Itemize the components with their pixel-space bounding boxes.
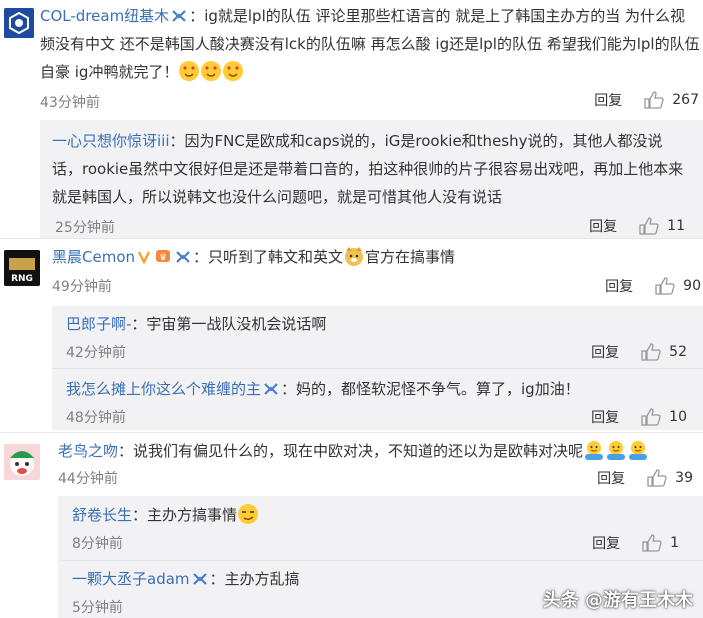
comment-text: ：主办方乱搞 <box>209 570 300 588</box>
verified-badge-icon <box>192 573 207 585</box>
username-link[interactable]: COL-dream纽基木 <box>40 7 169 25</box>
divider <box>58 560 703 561</box>
comment-time: 43分钟前 <box>40 95 100 111</box>
watermark: 头条 @游有王木木 <box>542 590 693 611</box>
comment-body: 我怎么摊上你这么个难缠的主 ：妈的，都怪软泥怪不争气。算了，ig加油！ <box>66 375 686 403</box>
comment-body: 黑晨Cemon ♛ ：只听到了韩文和英文 官方在搞事情 <box>52 243 692 271</box>
reply-button[interactable]: 回复 <box>591 407 619 427</box>
like-button[interactable]: 90 <box>655 277 701 295</box>
comment-text: ：妈的，都怪软泥怪不争气。算了，ig加油！ <box>281 380 580 398</box>
comment-text: ：只听到了韩文和英文 <box>193 248 344 266</box>
reply-button[interactable]: 回复 <box>591 342 619 362</box>
hug-emoji-icon <box>627 439 649 461</box>
thumbs-up-icon <box>641 343 661 361</box>
like-count: 52 <box>669 344 687 360</box>
like-count: 267 <box>672 92 699 108</box>
heart-eyes-emoji-icon <box>178 60 200 82</box>
comment-text: ：主办方搞事情 <box>132 506 238 524</box>
like-count: 1 <box>670 535 679 551</box>
comment-text-2: 官方在搞事情 <box>365 248 456 266</box>
cartoon-avatar-icon <box>4 444 40 480</box>
hug-emoji-icon <box>583 439 605 461</box>
comment-actions: 回复 1 <box>592 533 679 553</box>
thumbs-up-icon <box>644 91 664 109</box>
comment-text: ：说我们有偏见什么的，现在中欧对决，不知道的还以为是欧韩对决呢 <box>118 442 584 460</box>
like-count: 39 <box>675 470 693 486</box>
comment-time: 5分钟前 <box>72 600 123 616</box>
like-button[interactable]: 52 <box>641 343 687 361</box>
comment-actions: 回复 90 <box>605 276 701 296</box>
thumbs-up-icon <box>655 277 675 295</box>
v-verified-icon <box>137 251 151 264</box>
comment-time: 44分钟前 <box>58 471 118 487</box>
like-button[interactable]: 39 <box>647 469 693 487</box>
hug-emoji-icon <box>605 439 627 461</box>
doge-emoji-icon <box>343 245 365 267</box>
comment-actions: 回复 39 <box>597 468 693 488</box>
username-link[interactable]: 舒卷长生 <box>72 506 132 524</box>
verified-badge-icon <box>176 251 190 263</box>
like-count: 11 <box>667 218 685 234</box>
thumbs-up-icon <box>641 408 661 426</box>
rng-logo-text: RNG <box>11 274 33 284</box>
thumbs-up-icon <box>639 217 659 235</box>
comment-time: 49分钟前 <box>52 279 112 295</box>
username-link[interactable]: 黑晨Cemon <box>52 248 135 266</box>
comment-time: 42分钟前 <box>66 345 126 361</box>
divider <box>0 432 703 433</box>
reply-button[interactable]: 回复 <box>594 90 622 110</box>
username-link[interactable]: 我怎么摊上你这么个难缠的主 <box>66 380 261 398</box>
heart-eyes-emoji-icon <box>222 60 244 82</box>
avatar[interactable]: RNG <box>4 250 40 286</box>
comment-body: 巴郎子啊-：宇宙第一战队没机会说话啊 <box>66 310 686 338</box>
comment-actions: 回复 267 <box>594 90 699 110</box>
username-link[interactable]: 老鸟之吻 <box>58 442 118 460</box>
username-link[interactable]: 一心只想你惊讶iii <box>52 132 170 150</box>
comment-actions: 回复 11 <box>589 216 685 236</box>
comment-actions: 回复 10 <box>591 407 687 427</box>
avatar[interactable] <box>4 8 34 38</box>
avatar[interactable] <box>4 444 40 480</box>
comment-time: 25分钟前 <box>55 220 115 236</box>
reply-button[interactable]: 回复 <box>605 276 633 296</box>
like-button[interactable]: 1 <box>642 534 679 552</box>
like-button[interactable]: 10 <box>641 408 687 426</box>
reply-button[interactable]: 回复 <box>597 468 625 488</box>
like-button[interactable]: 11 <box>639 217 685 235</box>
username-link[interactable]: 巴郎子啊- <box>66 315 131 333</box>
like-count: 90 <box>683 278 701 294</box>
heart-eyes-emoji-icon <box>200 60 222 82</box>
verified-badge-icon <box>172 10 186 22</box>
comment-time: 8分钟前 <box>72 536 123 552</box>
like-button[interactable]: 267 <box>644 91 699 109</box>
rng-logo-icon: RNG <box>4 250 40 286</box>
thumbs-up-icon <box>647 469 667 487</box>
reply-button[interactable]: 回复 <box>589 216 617 236</box>
reply-button[interactable]: 回复 <box>592 533 620 553</box>
thumbs-up-icon <box>642 534 662 552</box>
comment-text: ：宇宙第一战队没机会说话啊 <box>131 315 327 333</box>
divider <box>52 368 703 369</box>
username-link[interactable]: 一颗大丞子adam <box>72 570 190 588</box>
svg-text:♛: ♛ <box>159 253 167 263</box>
comment-time: 48分钟前 <box>66 410 126 426</box>
col-logo-icon <box>4 8 34 38</box>
like-count: 10 <box>669 409 687 425</box>
comment-body: 老鸟之吻：说我们有偏见什么的，现在中欧对决，不知道的还以为是欧韩对决呢 <box>58 437 698 465</box>
smirk-emoji-icon <box>237 503 259 525</box>
comment-actions: 回复 52 <box>591 342 687 362</box>
comment-body: COL-dream纽基木 ：ig就是lpl的队伍 评论里那些杠语言的 就是上了韩国… <box>40 2 700 86</box>
divider <box>0 238 703 239</box>
verified-badge-icon <box>264 383 278 395</box>
level-badge-icon: ♛ <box>156 250 170 263</box>
comment-body: 舒卷长生：主办方搞事情 <box>72 501 672 529</box>
comment-body: 一心只想你惊讶iii：因为FNC是欧成和caps说的，iG是rookie和the… <box>52 127 692 211</box>
